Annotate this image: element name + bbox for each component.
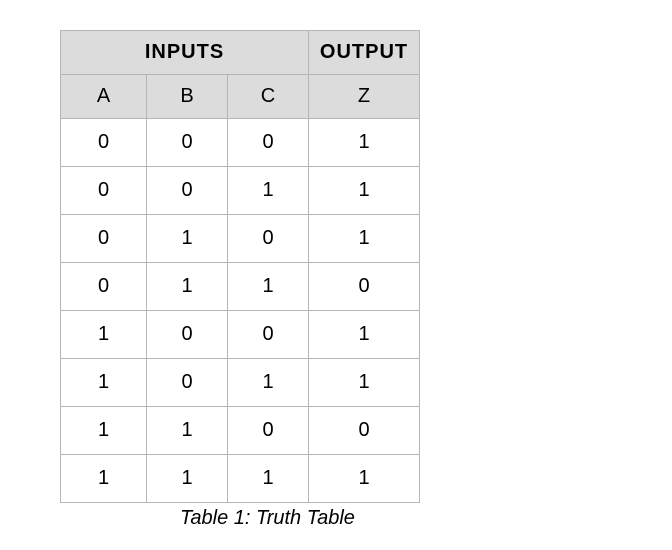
cell-c: 0	[228, 215, 309, 263]
table-row: 1 1 1 1	[61, 455, 420, 503]
cell-b: 1	[147, 455, 228, 503]
cell-z: 0	[309, 407, 420, 455]
cell-c: 1	[228, 263, 309, 311]
cell-b: 1	[147, 215, 228, 263]
table-row: 0 0 1 1	[61, 167, 420, 215]
col-header-c: C	[228, 75, 309, 119]
cell-a: 1	[61, 407, 147, 455]
cell-z: 1	[309, 455, 420, 503]
output-header: OUTPUT	[309, 31, 420, 75]
table-row: 0 1 1 0	[61, 263, 420, 311]
cell-b: 0	[147, 311, 228, 359]
cell-b: 0	[147, 167, 228, 215]
cell-z: 1	[309, 311, 420, 359]
cell-c: 1	[228, 167, 309, 215]
inputs-header: INPUTS	[61, 31, 309, 75]
cell-a: 0	[61, 215, 147, 263]
table-row: 1 1 0 0	[61, 407, 420, 455]
table-caption: Table 1: Truth Table	[180, 507, 652, 530]
cell-z: 1	[309, 215, 420, 263]
cell-a: 1	[61, 455, 147, 503]
cell-z: 0	[309, 263, 420, 311]
cell-a: 0	[61, 167, 147, 215]
cell-a: 1	[61, 311, 147, 359]
cell-a: 1	[61, 359, 147, 407]
cell-b: 1	[147, 407, 228, 455]
cell-b: 0	[147, 359, 228, 407]
cell-a: 0	[61, 263, 147, 311]
cell-c: 0	[228, 311, 309, 359]
truth-table-container: INPUTS OUTPUT A B C Z 0 0 0 1 0 0 1 1	[60, 30, 652, 530]
col-header-a: A	[61, 75, 147, 119]
cell-c: 0	[228, 407, 309, 455]
cell-z: 1	[309, 119, 420, 167]
cell-c: 1	[228, 359, 309, 407]
cell-c: 1	[228, 455, 309, 503]
cell-z: 1	[309, 167, 420, 215]
table-row: 0 1 0 1	[61, 215, 420, 263]
cell-b: 1	[147, 263, 228, 311]
column-header-row: A B C Z	[61, 75, 420, 119]
cell-c: 0	[228, 119, 309, 167]
cell-b: 0	[147, 119, 228, 167]
truth-table: INPUTS OUTPUT A B C Z 0 0 0 1 0 0 1 1	[60, 30, 420, 503]
col-header-b: B	[147, 75, 228, 119]
cell-z: 1	[309, 359, 420, 407]
cell-a: 0	[61, 119, 147, 167]
header-group-row: INPUTS OUTPUT	[61, 31, 420, 75]
table-row: 1 0 0 1	[61, 311, 420, 359]
table-row: 1 0 1 1	[61, 359, 420, 407]
table-row: 0 0 0 1	[61, 119, 420, 167]
col-header-z: Z	[309, 75, 420, 119]
